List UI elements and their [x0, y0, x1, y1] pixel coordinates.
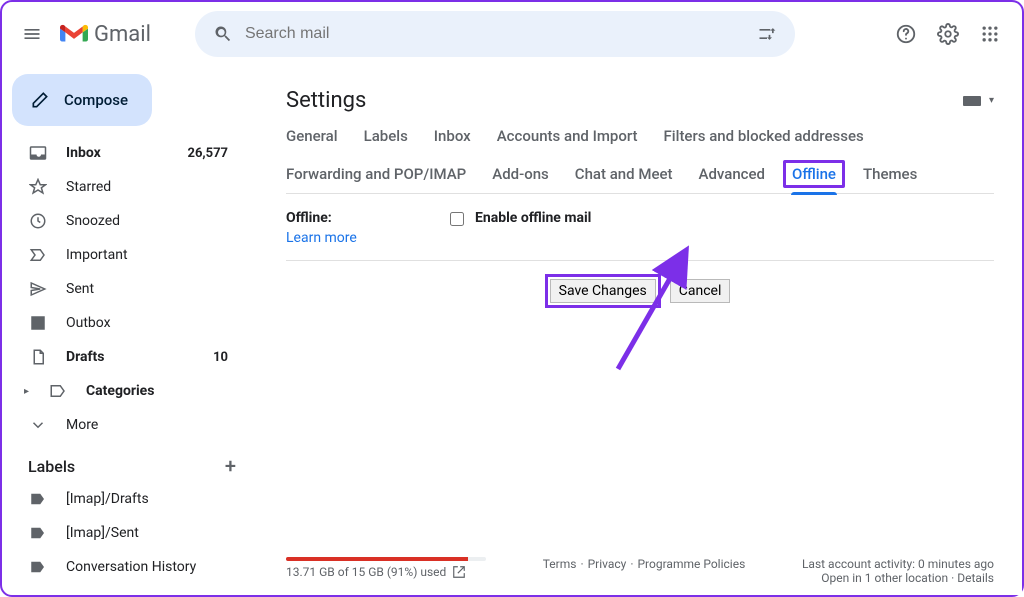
sidebar-item-inbox[interactable]: Inbox 26,577 [2, 136, 246, 170]
sidebar-item-label: Sent [66, 281, 228, 297]
activity-open-link[interactable]: Open in 1 other location [821, 571, 948, 585]
label-icon [28, 524, 48, 542]
clock-icon [28, 212, 48, 230]
sidebar-item-count: 10 [213, 350, 228, 365]
annotation-arrow [588, 244, 708, 374]
main-menu-icon[interactable] [12, 14, 52, 54]
sidebar-item-important[interactable]: Important [2, 238, 246, 272]
storage-info: 13.71 GB of 15 GB (91%) used [286, 557, 486, 579]
sidebar-item-count: 26,577 [188, 146, 229, 161]
more-icon [28, 416, 48, 434]
sidebar-item-label: Snoozed [66, 213, 228, 229]
offline-heading: Offline: [286, 210, 332, 226]
apps-grid-icon[interactable] [970, 14, 1010, 54]
support-icon[interactable] [886, 14, 926, 54]
sidebar-item-categories[interactable]: ▸ Categories [2, 374, 246, 408]
settings-gear-icon[interactable] [928, 14, 968, 54]
sidebar-item-sent[interactable]: Sent [2, 272, 246, 306]
enable-offline-checkbox[interactable] [450, 212, 464, 226]
category-icon [48, 382, 68, 400]
settings-tab-general[interactable]: General [286, 127, 338, 145]
important-icon [28, 246, 48, 264]
search-input[interactable] [243, 24, 747, 44]
gmail-brand-text: Gmail [94, 22, 151, 47]
draft-icon [28, 348, 48, 366]
label-text: Conversation History [66, 559, 228, 575]
settings-tab-labels[interactable]: Labels [364, 127, 408, 145]
send-icon [28, 280, 48, 298]
sidebar-item-label: Outbox [66, 315, 228, 331]
compose-label: Compose [64, 91, 128, 109]
open-storage-icon[interactable] [452, 565, 466, 579]
sidebar-item-outbox[interactable]: Outbox [2, 306, 246, 340]
sidebar-item-more[interactable]: More [2, 408, 246, 442]
label-icon [28, 490, 48, 508]
sidebar-item-label: Starred [66, 179, 228, 195]
search-icon[interactable] [203, 24, 243, 44]
account-activity: Last account activity: 0 minutes ago Ope… [802, 557, 994, 585]
search-bar[interactable] [195, 11, 795, 57]
gmail-logo[interactable]: Gmail [60, 22, 151, 47]
compose-button[interactable]: Compose [12, 74, 152, 126]
settings-panel: Settings ▾ General Labels Inbox Accounts an… [258, 66, 1022, 595]
settings-tab-forwarding-and-pop-imap[interactable]: Forwarding and POP/IMAP [286, 165, 466, 183]
sidebar-item-label: Inbox [66, 145, 170, 161]
label-text: [Imap]/Sent [66, 525, 228, 541]
footer-link-privacy[interactable]: Privacy [588, 557, 627, 571]
offline-learn-more-link[interactable]: Learn more [286, 230, 357, 246]
activity-details-link[interactable]: Details [957, 571, 994, 585]
sidebar: Compose Inbox 26,577 Starred Snoozed Importa… [2, 66, 258, 595]
settings-tab-chat-and-meet[interactable]: Chat and Meet [575, 165, 673, 183]
footer-link-terms[interactable]: Terms [543, 557, 577, 571]
settings-title: Settings [286, 88, 366, 113]
add-label-icon[interactable]: + [225, 454, 236, 478]
footer-link-programme-policies[interactable]: Programme Policies [637, 557, 745, 571]
cancel-button[interactable]: Cancel [670, 279, 731, 303]
settings-tab-themes[interactable]: Themes [863, 165, 917, 183]
labels-heading: Labels [28, 457, 75, 476]
enable-offline-label: Enable offline mail [475, 210, 591, 226]
settings-tab-accounts-and-import[interactable]: Accounts and Import [497, 127, 638, 145]
label-item[interactable]: [Imap]/Drafts [2, 482, 246, 516]
search-options-icon[interactable] [747, 24, 787, 44]
outbox-icon [28, 314, 48, 332]
settings-tab-offline[interactable]: Offline [791, 165, 837, 183]
sidebar-item-label: Drafts [66, 349, 195, 365]
label-item[interactable]: [Imap]/Sent [2, 516, 246, 550]
sidebar-item-snoozed[interactable]: Snoozed [2, 204, 246, 238]
sidebar-item-label: Categories [86, 383, 228, 399]
activity-line: Last account activity: 0 minutes ago [802, 557, 994, 571]
label-icon [28, 558, 48, 576]
sidebar-item-starred[interactable]: Starred [2, 170, 246, 204]
enable-offline-row[interactable]: Enable offline mail [446, 210, 591, 246]
label-text: [Imap]/Drafts [66, 491, 228, 507]
sidebar-item-label: Important [66, 247, 228, 263]
inbox-icon [28, 144, 48, 162]
label-item[interactable]: Conversation History [2, 550, 246, 584]
settings-tab-filters-and-blocked-addresses[interactable]: Filters and blocked addresses [664, 127, 864, 145]
settings-tab-add-ons[interactable]: Add-ons [492, 165, 549, 183]
settings-tab-advanced[interactable]: Advanced [699, 165, 765, 183]
chevron-right-icon: ▸ [24, 386, 36, 397]
storage-text: 13.71 GB of 15 GB (91%) used [286, 565, 446, 579]
sidebar-item-drafts[interactable]: Drafts 10 [2, 340, 246, 374]
sidebar-item-label: More [66, 417, 228, 433]
save-changes-button[interactable]: Save Changes [550, 279, 656, 303]
footer-policies: Terms Privacy Programme Policies [543, 557, 746, 571]
star-icon [28, 178, 48, 196]
settings-tab-inbox[interactable]: Inbox [434, 127, 471, 145]
input-tools-menu[interactable]: ▾ [963, 94, 994, 108]
